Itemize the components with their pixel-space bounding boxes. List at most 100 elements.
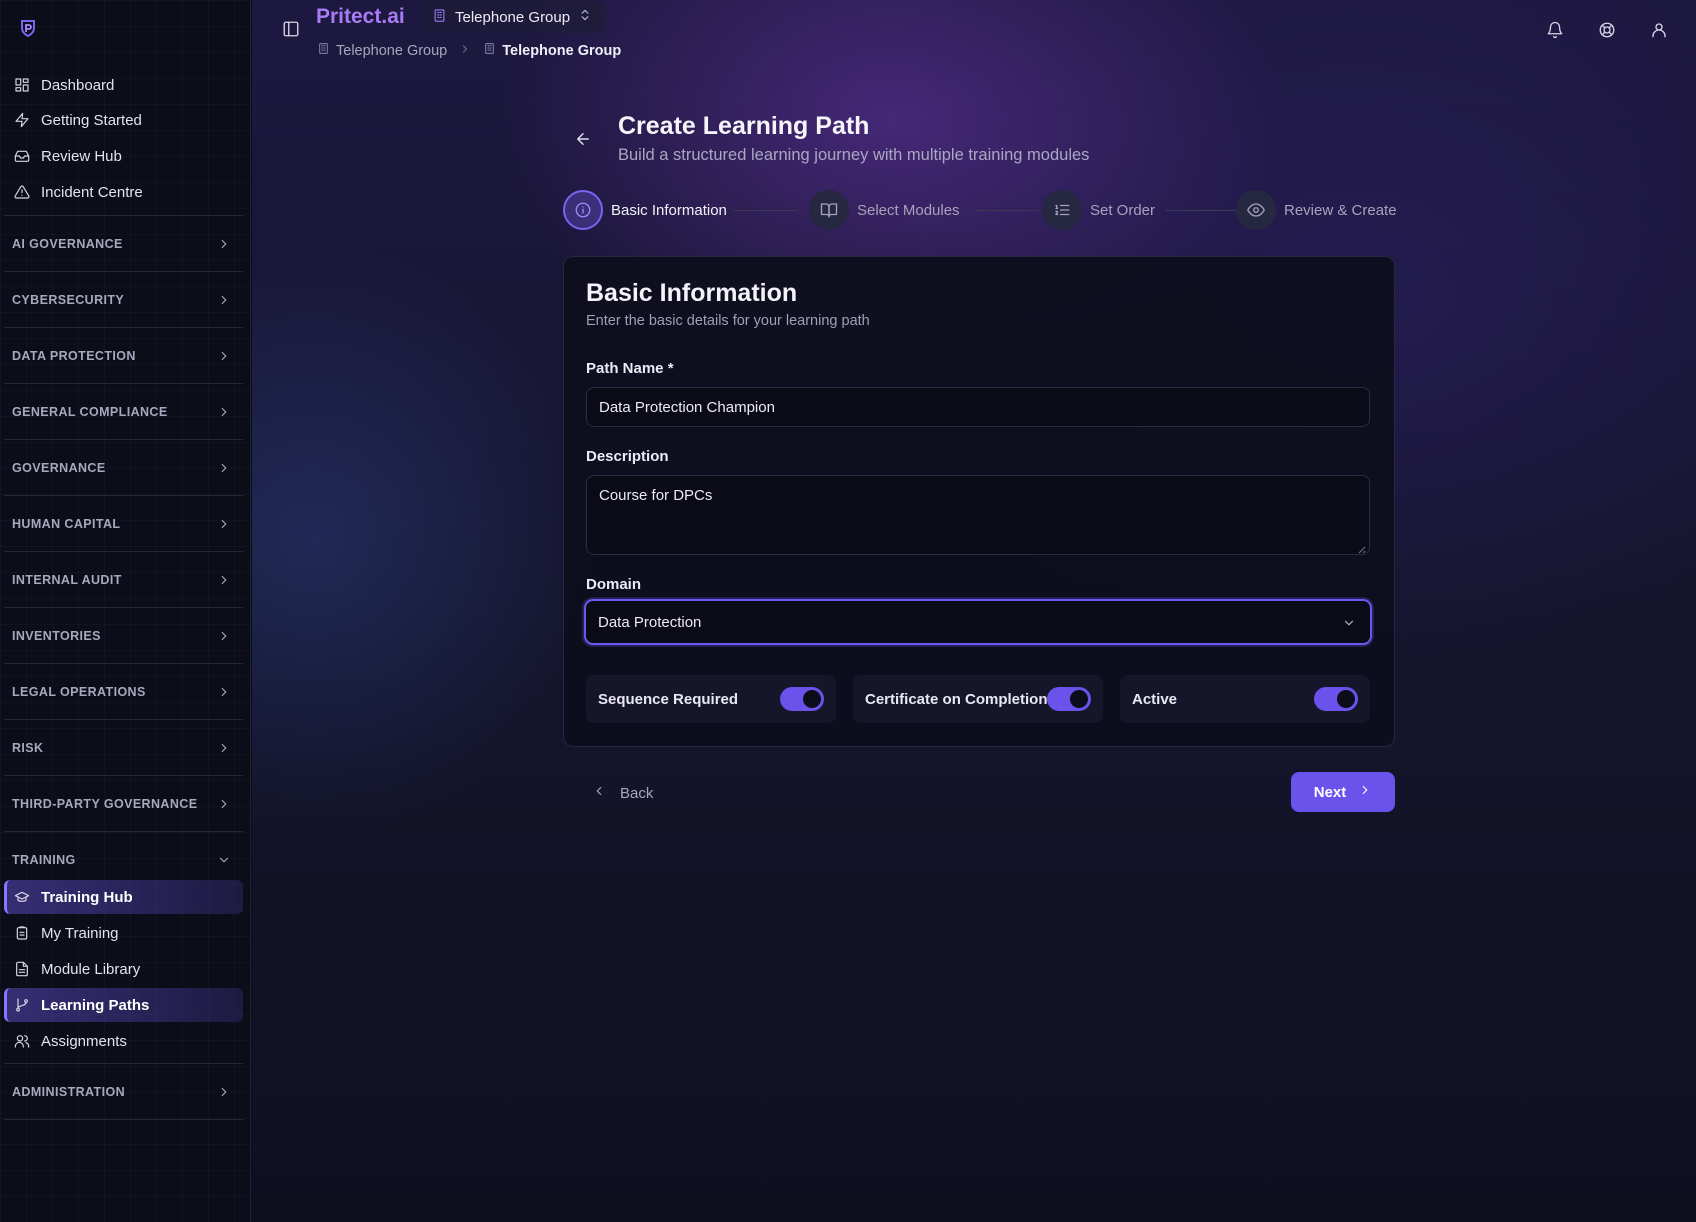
section-label: LEGAL OPERATIONS (12, 684, 146, 699)
book-open-icon (809, 190, 849, 230)
brand-name[interactable]: Pritect.ai (316, 5, 405, 29)
chevron-right-icon (217, 293, 231, 307)
section-label: CYBERSECURITY (12, 292, 125, 307)
users-icon (13, 1032, 31, 1050)
chevron-down-icon (1342, 616, 1356, 630)
resize-handle-icon[interactable] (1356, 541, 1366, 554)
sidebar-item-review-hub[interactable]: Review Hub (4, 139, 243, 173)
chevron-right-icon (459, 43, 471, 59)
sidebar-item-label: Learning Paths (41, 996, 150, 1014)
bell-icon[interactable] (1546, 21, 1564, 39)
section-data-protection[interactable]: DATA PROTECTION (4, 328, 243, 384)
sidebar-toggle-icon[interactable] (282, 20, 300, 38)
step-label: Set Order (1090, 201, 1156, 219)
section-general-compliance[interactable]: GENERAL COMPLIANCE (4, 384, 243, 440)
chevron-right-icon (217, 741, 231, 755)
section-label: AI GOVERNANCE (12, 236, 123, 251)
active-toggle[interactable] (1314, 687, 1358, 711)
description-value: Course for DPCs (599, 487, 713, 504)
page-title: Create Learning Path (618, 112, 870, 140)
toggle-knob (1337, 690, 1355, 708)
section-ai-governance[interactable]: AI GOVERNANCE (4, 216, 243, 272)
git-branch-icon (13, 996, 31, 1014)
user-icon[interactable] (1650, 21, 1668, 39)
section-administration[interactable]: ADMINISTRATION (4, 1064, 243, 1120)
section-third-party-governance[interactable]: THIRD-PARTY GOVERNANCE (4, 776, 243, 832)
step-review-create[interactable]: Review & Create (1236, 190, 1397, 230)
chevron-right-icon (217, 1085, 231, 1099)
section-cybersecurity[interactable]: CYBERSECURITY (4, 272, 243, 328)
chevron-right-icon (217, 629, 231, 643)
chevron-right-icon (217, 797, 231, 811)
building-icon (432, 8, 447, 27)
eye-icon (1236, 190, 1276, 230)
certificate-on-completion-toggle[interactable] (1047, 687, 1091, 711)
org-switcher-label: Telephone Group (455, 8, 571, 26)
section-internal-audit[interactable]: INTERNAL AUDIT (4, 552, 243, 608)
step-basic-information[interactable]: Basic Information (563, 190, 727, 230)
section-legal-operations[interactable]: LEGAL OPERATIONS (4, 664, 243, 720)
lightning-icon (13, 111, 31, 129)
card-subtitle: Enter the basic details for your learnin… (586, 313, 870, 329)
sidebar-item-getting-started[interactable]: Getting Started (4, 103, 243, 137)
step-connector (974, 210, 1038, 211)
file-text-icon (13, 960, 31, 978)
sidebar-item-label: My Training (41, 924, 119, 942)
toggle-knob (803, 690, 821, 708)
description-textarea[interactable]: Course for DPCs (586, 475, 1370, 555)
section-label: TRAINING (12, 853, 76, 867)
top-bar: Pritect.ai Telephone Group Telephone Gro… (252, 0, 1696, 62)
toggle-label: Sequence Required (598, 690, 739, 708)
arrow-left-icon[interactable] (574, 130, 592, 148)
path-name-value: Data Protection Champion (599, 398, 775, 416)
chevron-right-icon (217, 405, 231, 419)
sequence-required-option: Sequence Required (586, 675, 836, 723)
sidebar-item-learning-paths[interactable]: Learning Paths (4, 988, 243, 1022)
section-governance[interactable]: GOVERNANCE (4, 440, 243, 496)
page-subtitle: Build a structured learning journey with… (618, 146, 1090, 164)
org-switcher[interactable]: Telephone Group (420, 1, 607, 33)
step-set-order[interactable]: Set Order (1042, 190, 1155, 230)
help-buoy-icon[interactable] (1598, 21, 1616, 39)
section-label: THIRD-PARTY GOVERNANCE (12, 796, 198, 811)
chevron-right-icon (217, 461, 231, 475)
chevron-right-icon (217, 685, 231, 699)
section-label: INVENTORIES (12, 628, 101, 643)
certificate-on-completion-option: Certificate on Completion (853, 675, 1103, 723)
sidebar-item-assignments[interactable]: Assignments (4, 1024, 243, 1058)
section-risk[interactable]: RISK (4, 720, 243, 776)
path-name-input[interactable]: Data Protection Champion (586, 387, 1370, 427)
app-logo-icon[interactable] (18, 18, 38, 38)
section-inventories[interactable]: INVENTORIES (4, 608, 243, 664)
building-icon (317, 42, 330, 59)
step-label: Select Modules (857, 201, 960, 219)
toggle-knob (1070, 690, 1088, 708)
sidebar-item-label: Training Hub (41, 888, 133, 906)
step-connector (734, 210, 798, 211)
section-label: INTERNAL AUDIT (12, 572, 122, 587)
toggle-label: Certificate on Completion (865, 690, 1048, 708)
description-label: Description (586, 448, 669, 465)
sidebar-item-module-library[interactable]: Module Library (4, 952, 243, 986)
sidebar-item-my-training[interactable]: My Training (4, 916, 243, 950)
toggle-label: Active (1132, 690, 1178, 708)
section-label: GOVERNANCE (12, 460, 106, 475)
section-human-capital[interactable]: HUMAN CAPITAL (4, 496, 243, 552)
sequence-required-toggle[interactable] (780, 687, 824, 711)
sidebar-item-label: Getting Started (41, 111, 142, 129)
sidebar-item-label: Assignments (41, 1032, 127, 1050)
domain-select[interactable]: Data Protection (584, 599, 1372, 645)
sidebar-item-training-hub[interactable]: Training Hub (4, 880, 243, 914)
inbox-icon (13, 147, 31, 165)
next-button[interactable]: Next (1291, 772, 1395, 812)
graduation-cap-icon (13, 888, 31, 906)
sidebar-item-dashboard[interactable]: Dashboard (4, 68, 243, 102)
step-label: Basic Information (611, 201, 727, 219)
breadcrumb-item[interactable]: Telephone Group (336, 43, 447, 59)
basic-information-card: Basic Information Enter the basic detail… (563, 256, 1395, 747)
breadcrumb: Telephone Group Telephone Group (317, 42, 621, 59)
sidebar-item-incident-centre[interactable]: Incident Centre (4, 175, 243, 209)
back-button[interactable]: Back (582, 773, 663, 813)
sidebar-item-label: Module Library (41, 960, 141, 978)
step-select-modules[interactable]: Select Modules (809, 190, 960, 230)
